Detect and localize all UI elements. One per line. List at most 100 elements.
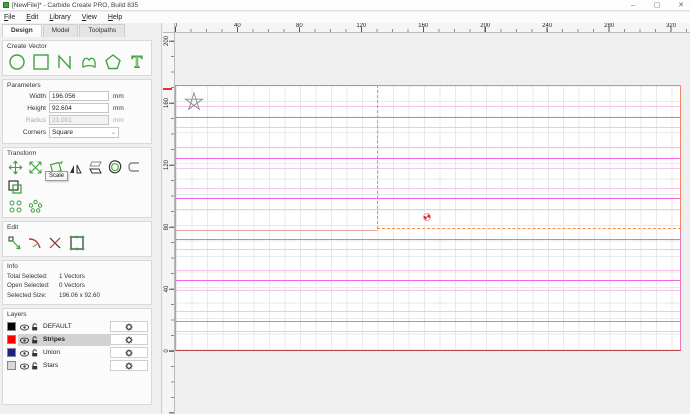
smooth-curve-tool-icon[interactable] xyxy=(27,235,43,251)
stripe-vector[interactable] xyxy=(176,280,680,281)
layer-settings-button[interactable] xyxy=(110,334,148,345)
top-ruler-label: 80 xyxy=(296,23,303,29)
layer-settings-button[interactable] xyxy=(110,347,148,358)
titlebar: [NewFile]* - Carbide Create PRO, Build 8… xyxy=(0,0,690,11)
create-vector-group: Create Vector T xyxy=(2,40,152,76)
height-field[interactable]: 92.604 xyxy=(49,103,109,113)
selected-size-label: Selected Size: xyxy=(7,291,47,299)
stripe-vector[interactable] xyxy=(176,331,680,333)
open-selected-value: 0 Vectors xyxy=(59,282,85,289)
left-ruler-label: 160 xyxy=(164,97,170,108)
layer-name[interactable]: Union xyxy=(43,349,60,356)
layer-color-chip[interactable] xyxy=(7,335,16,344)
stripe-vector[interactable] xyxy=(176,320,680,322)
boolean-tool-icon[interactable] xyxy=(67,233,87,253)
stripe-vector[interactable] xyxy=(176,269,680,271)
star-vector[interactable] xyxy=(183,91,205,113)
top-ruler-label: 280 xyxy=(604,23,615,29)
top-ruler-label: 320 xyxy=(666,23,677,29)
radius-label: Radius xyxy=(25,116,46,124)
top-ruler-label: 40 xyxy=(234,23,241,29)
scale-tooltip: Scale xyxy=(45,171,69,181)
eye-icon[interactable] xyxy=(20,357,29,375)
grid-array-tool-icon[interactable] xyxy=(7,198,23,214)
offset-tool-icon[interactable] xyxy=(107,159,123,175)
open-selected-label: Open Selected: xyxy=(7,282,50,289)
design-view[interactable] xyxy=(175,33,690,414)
total-selected-label: Total Selected: xyxy=(7,272,48,280)
polygon-tool-icon[interactable] xyxy=(103,52,123,72)
ruler-position-marker xyxy=(163,88,172,90)
top-ruler-label: 120 xyxy=(356,23,367,29)
maximize-icon[interactable]: ▢ xyxy=(652,0,662,11)
node-edit-tool-icon[interactable] xyxy=(7,235,23,251)
layer-name[interactable]: Stripes xyxy=(43,336,65,343)
layer-row-stars[interactable]: Stars xyxy=(7,359,148,372)
left-ruler-label: 80 xyxy=(164,223,170,230)
minimize-icon[interactable]: – xyxy=(628,0,638,11)
left-panel: Design Model Toolpaths Create Vector T P… xyxy=(0,23,162,414)
stripe-vector[interactable] xyxy=(176,310,680,312)
selected-rectangle[interactable] xyxy=(377,85,681,229)
layer-name[interactable]: Stars xyxy=(43,362,58,369)
width-field[interactable]: 196.056 xyxy=(49,91,109,101)
menu-help[interactable]: Help xyxy=(108,14,122,21)
rectangle-tool-icon[interactable] xyxy=(31,52,51,72)
layer-color-chip[interactable] xyxy=(7,361,16,370)
panel-tabs: Design Model Toolpaths xyxy=(2,24,161,37)
break-vector-tool-icon[interactable] xyxy=(47,235,63,251)
menu-view[interactable]: View xyxy=(82,14,97,21)
tab-toolpaths[interactable]: Toolpaths xyxy=(79,24,126,37)
canvas-region: 0 40 80 120 160 200 240 280 320 200 160 120 80 40 0 xyxy=(163,23,690,414)
layer-color-chip[interactable] xyxy=(7,348,16,357)
app-icon xyxy=(3,2,9,8)
top-ruler-label: 160 xyxy=(418,23,429,29)
layer-color-chip[interactable] xyxy=(7,322,16,331)
tab-design[interactable]: Design xyxy=(2,24,42,37)
left-ruler-label: 120 xyxy=(164,159,170,170)
top-ruler-label: 240 xyxy=(542,23,553,29)
layer-name[interactable]: DEFAULT xyxy=(43,323,72,330)
parameters-title: Parameters xyxy=(7,82,41,89)
scale-copies-tool-icon[interactable] xyxy=(7,179,23,195)
layer-settings-button[interactable] xyxy=(110,360,148,371)
width-unit: mm xyxy=(113,92,124,100)
info-group: Info Total Selected: 1 Vectors Open Selec… xyxy=(2,260,152,305)
stripe-vector[interactable] xyxy=(176,239,680,241)
layer-settings-button[interactable] xyxy=(110,321,148,332)
corners-select[interactable]: Square ⌄ xyxy=(49,127,119,138)
stripe-vector[interactable] xyxy=(176,290,680,292)
chevron-down-icon: ⌄ xyxy=(110,130,116,136)
polyline-tool-icon[interactable] xyxy=(55,52,75,72)
menu-library[interactable]: Library xyxy=(49,14,70,21)
unlock-icon[interactable] xyxy=(31,357,39,375)
radius-unit: mm xyxy=(113,116,124,124)
app-window: [NewFile]* - Carbide Create PRO, Build 8… xyxy=(0,0,690,414)
svg-text:T: T xyxy=(132,53,143,71)
text-tool-icon[interactable]: T xyxy=(127,52,147,72)
info-title: Info xyxy=(7,263,18,270)
stripe-vector[interactable] xyxy=(176,229,378,231)
corners-label: Corners xyxy=(22,129,46,136)
menu-file[interactable]: File xyxy=(4,14,15,21)
width-label: Width xyxy=(29,92,46,100)
menubar: File Edit Library View Help xyxy=(0,12,690,23)
close-icon[interactable]: ✕ xyxy=(676,0,686,11)
tab-model[interactable]: Model xyxy=(42,24,79,37)
menu-edit[interactable]: Edit xyxy=(26,14,38,21)
total-selected-value: 1 Vectors xyxy=(59,272,85,280)
circular-array-tool-icon[interactable] xyxy=(27,198,43,214)
radius-field: 21.001 xyxy=(49,115,109,125)
stripe-vector[interactable] xyxy=(176,249,680,251)
move-tool-icon[interactable] xyxy=(7,159,23,175)
circle-tool-icon[interactable] xyxy=(7,52,27,72)
mirror-tool-icon[interactable] xyxy=(67,159,83,175)
curve-tool-icon[interactable] xyxy=(79,52,99,72)
window-title: [NewFile]* - Carbide Create PRO, Build 8… xyxy=(12,1,139,9)
left-ruler: 200 160 120 80 40 0 xyxy=(163,33,175,414)
offset-open-tool-icon[interactable] xyxy=(127,159,143,175)
height-unit: mm xyxy=(113,104,124,112)
shear-tool-icon[interactable] xyxy=(87,159,103,175)
scale-tool-icon[interactable] xyxy=(27,159,43,175)
left-ruler-label: 200 xyxy=(164,35,170,46)
